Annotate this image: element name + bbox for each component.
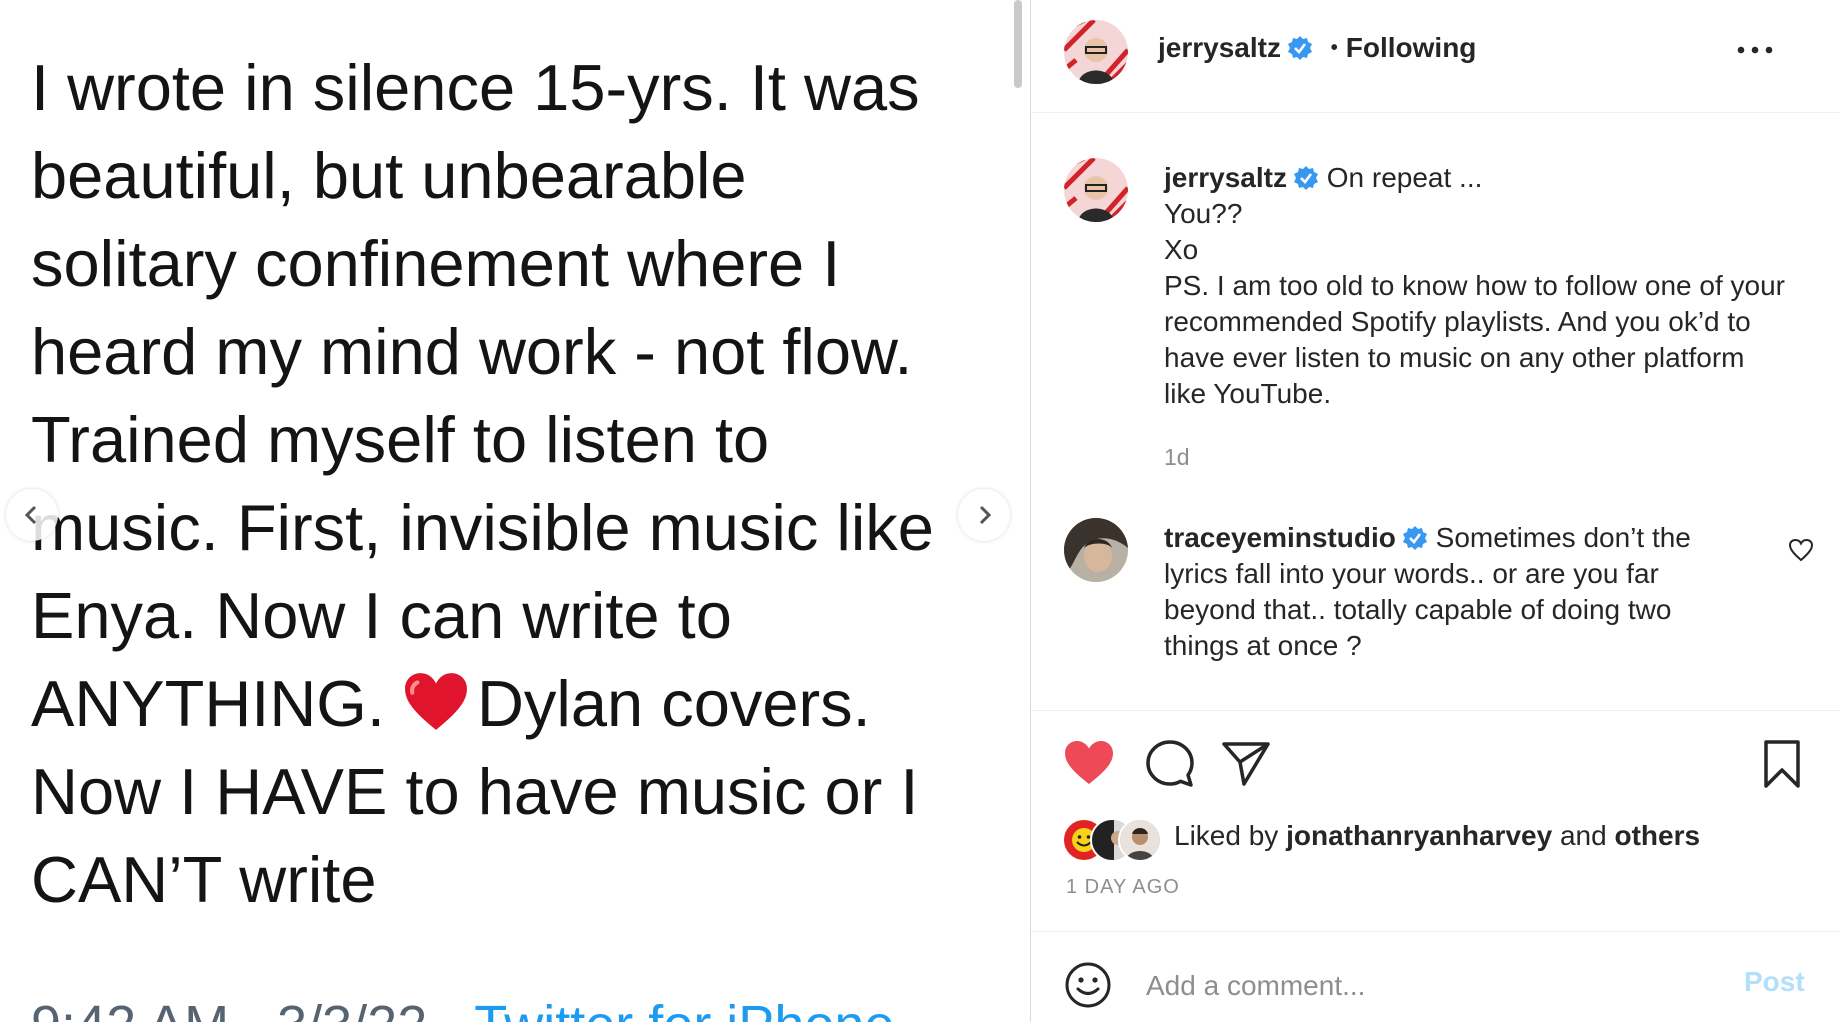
liked-by-and: and — [1552, 820, 1615, 851]
like-heart-icon[interactable] — [1063, 738, 1115, 790]
liker-avatar[interactable] — [1118, 818, 1162, 862]
media-scrollbar[interactable] — [1014, 0, 1022, 88]
tweet-timestamp: 9:42 AM · 3/3/22 · — [31, 995, 474, 1022]
avatar[interactable] — [1064, 158, 1128, 222]
caption-username[interactable]: jerrysaltz — [1164, 162, 1287, 193]
tweet-line: Trained myself to listen to — [31, 403, 770, 476]
header-divider — [1031, 112, 1840, 113]
caption-line: PS. I am too old to know how to follow o… — [1164, 270, 1786, 301]
chevron-right-icon — [979, 505, 992, 525]
caption-time[interactable]: 1d — [1164, 444, 1190, 471]
tweet-line: Dylan covers. — [476, 667, 871, 740]
liked-by-prefix: Liked by — [1174, 820, 1287, 851]
verified-badge-icon — [1287, 36, 1312, 60]
previous-image-button[interactable] — [6, 489, 58, 541]
comment: traceyeminstudio Sometimes don’t the lyr… — [1164, 520, 1764, 664]
tweet-line: I wrote in silence 15-yrs. It was — [31, 51, 920, 124]
jerrysaltz-avatar-image — [1064, 158, 1128, 222]
next-image-button[interactable] — [958, 489, 1010, 541]
tweet-line: heard my mind work - not flow. — [31, 315, 913, 388]
comment-icon[interactable] — [1144, 738, 1196, 790]
comment-line: lyrics fall into your words.. or are you… — [1164, 558, 1659, 589]
tweet-footer: 9:42 AM · 3/3/22 · Twitter for iPhone — [31, 995, 894, 1022]
chevron-left-icon — [24, 505, 37, 525]
post-media: I wrote in silence 15-yrs. It was beauti… — [0, 0, 1030, 1022]
liked-by-text: Liked by jonathanryanharvey and others — [1174, 820, 1700, 852]
caption-line: Xo — [1164, 234, 1199, 265]
emoji-icon[interactable] — [1063, 960, 1113, 1010]
tweet-line: Now I HAVE to have music or I — [31, 755, 919, 828]
comment-line: Sometimes don’t the — [1435, 522, 1691, 553]
tweet-line: music. First, invisible music like — [31, 491, 934, 564]
verified-badge-icon — [1402, 526, 1427, 550]
comment-username[interactable]: traceyeminstudio — [1164, 522, 1396, 553]
share-send-icon[interactable] — [1220, 738, 1272, 790]
header-username-wrap: jerrysaltz • Following — [1158, 32, 1476, 64]
heart-emoji-icon — [405, 673, 467, 730]
comment-line: beyond that.. totally capable of doing t… — [1164, 594, 1672, 625]
bookmark-icon[interactable] — [1756, 738, 1808, 790]
traceyeminstudio-avatar-image — [1064, 518, 1128, 582]
jerrysaltz-avatar-image — [1064, 20, 1128, 84]
comment-line: things at once ? — [1164, 630, 1362, 661]
caption-line: have ever listen to music on any other p… — [1164, 342, 1745, 373]
person-avatar-image — [1120, 820, 1160, 860]
caption-line: On repeat ... — [1326, 162, 1483, 193]
tweet-screenshot-text: I wrote in silence 15-yrs. It was beauti… — [31, 44, 991, 924]
header-username[interactable]: jerrysaltz — [1158, 32, 1281, 63]
liked-by-others-link[interactable]: others — [1614, 820, 1700, 851]
tweet-line: ANYTHING. — [31, 667, 385, 740]
tweet-line: CAN’T write — [31, 843, 377, 916]
header-dot: • — [1330, 37, 1338, 59]
caption-line: You?? — [1164, 198, 1243, 229]
post-caption: jerrysaltz On repeat ... You?? Xo PS. I … — [1164, 160, 1814, 412]
like-comment-heart-icon[interactable] — [1788, 537, 1814, 563]
verified-badge-icon — [1293, 166, 1318, 190]
post-comment-button[interactable]: Post — [1744, 966, 1805, 998]
composer-divider — [1031, 931, 1840, 932]
tweet-line: beautiful, but unbearable — [31, 139, 747, 212]
post-date[interactable]: 1 DAY AGO — [1066, 876, 1180, 899]
comments-divider — [1031, 710, 1840, 711]
avatar[interactable] — [1064, 518, 1128, 582]
more-options-icon[interactable] — [1735, 38, 1775, 62]
tweet-source: Twitter for iPhone — [474, 995, 894, 1022]
pane-divider — [1030, 0, 1031, 1022]
caption-line: like YouTube. — [1164, 378, 1332, 409]
tweet-line: solitary confinement where I — [31, 227, 841, 300]
tweet-line: Enya. Now I can write to — [31, 579, 732, 652]
tweet-line-with-heart: ANYTHING. Dylan covers. — [31, 660, 991, 748]
following-button[interactable]: Following — [1346, 32, 1477, 63]
liked-by-username[interactable]: jonathanryanharvey — [1286, 820, 1552, 851]
caption-line: recommended Spotify playlists. And you o… — [1164, 306, 1751, 337]
avatar[interactable] — [1064, 20, 1128, 84]
add-comment-input[interactable] — [1146, 966, 1706, 1006]
